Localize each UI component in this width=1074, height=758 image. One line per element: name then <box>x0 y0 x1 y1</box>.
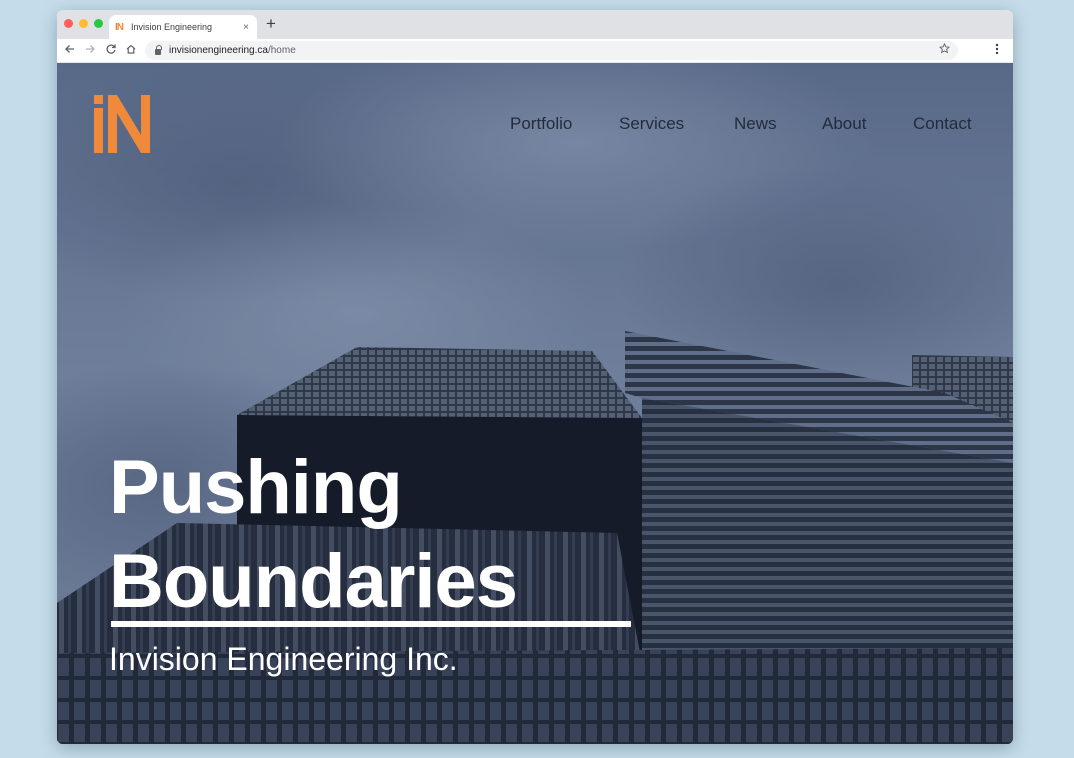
main-navigation: Portfolio Services News About Contact <box>57 114 1013 138</box>
window-controls <box>64 19 103 28</box>
lock-icon <box>155 45 162 55</box>
nav-link-contact[interactable]: Contact <box>913 114 972 134</box>
address-bar[interactable]: invisionengineering.ca /home <box>145 41 958 60</box>
close-window-button[interactable] <box>64 19 73 28</box>
reload-icon[interactable] <box>105 43 117 58</box>
hero-subtitle: Invision Engineering Inc. <box>109 641 458 677</box>
url-host: invisionengineering.ca <box>169 45 268 56</box>
home-icon[interactable] <box>125 43 137 58</box>
favicon-icon: IN <box>115 21 124 33</box>
hero-title: Pushing Boundaries <box>109 441 518 629</box>
forward-arrow-icon[interactable] <box>84 43 96 58</box>
browser-toolbar: invisionengineering.ca /home <box>57 39 1013 63</box>
nav-link-portfolio[interactable]: Portfolio <box>510 114 572 134</box>
page-viewport: Portfolio Services News About Contact Pu… <box>57 63 1013 744</box>
browser-tab-active[interactable]: IN Invision Engineering × <box>109 15 257 39</box>
star-icon[interactable] <box>938 42 951 57</box>
hero-title-line-1: Pushing <box>109 445 403 530</box>
browser-window: IN Invision Engineering × + invisionengi… <box>57 10 1013 744</box>
tab-close-icon[interactable]: × <box>243 22 249 33</box>
hero-title-line-2: Boundaries <box>109 539 518 624</box>
back-arrow-icon[interactable] <box>64 43 76 58</box>
nav-link-news[interactable]: News <box>734 114 777 134</box>
url-path: /home <box>267 45 296 56</box>
new-tab-button[interactable]: + <box>266 14 276 34</box>
nav-link-about[interactable]: About <box>822 114 866 134</box>
tab-title: Invision Engineering <box>131 22 213 32</box>
minimize-window-button[interactable] <box>79 19 88 28</box>
nav-link-services[interactable]: Services <box>619 114 684 134</box>
hero-divider <box>111 621 631 627</box>
browser-tab-bar: IN Invision Engineering × + <box>57 10 1013 39</box>
menu-icon[interactable] <box>995 43 999 58</box>
maximize-window-button[interactable] <box>94 19 103 28</box>
